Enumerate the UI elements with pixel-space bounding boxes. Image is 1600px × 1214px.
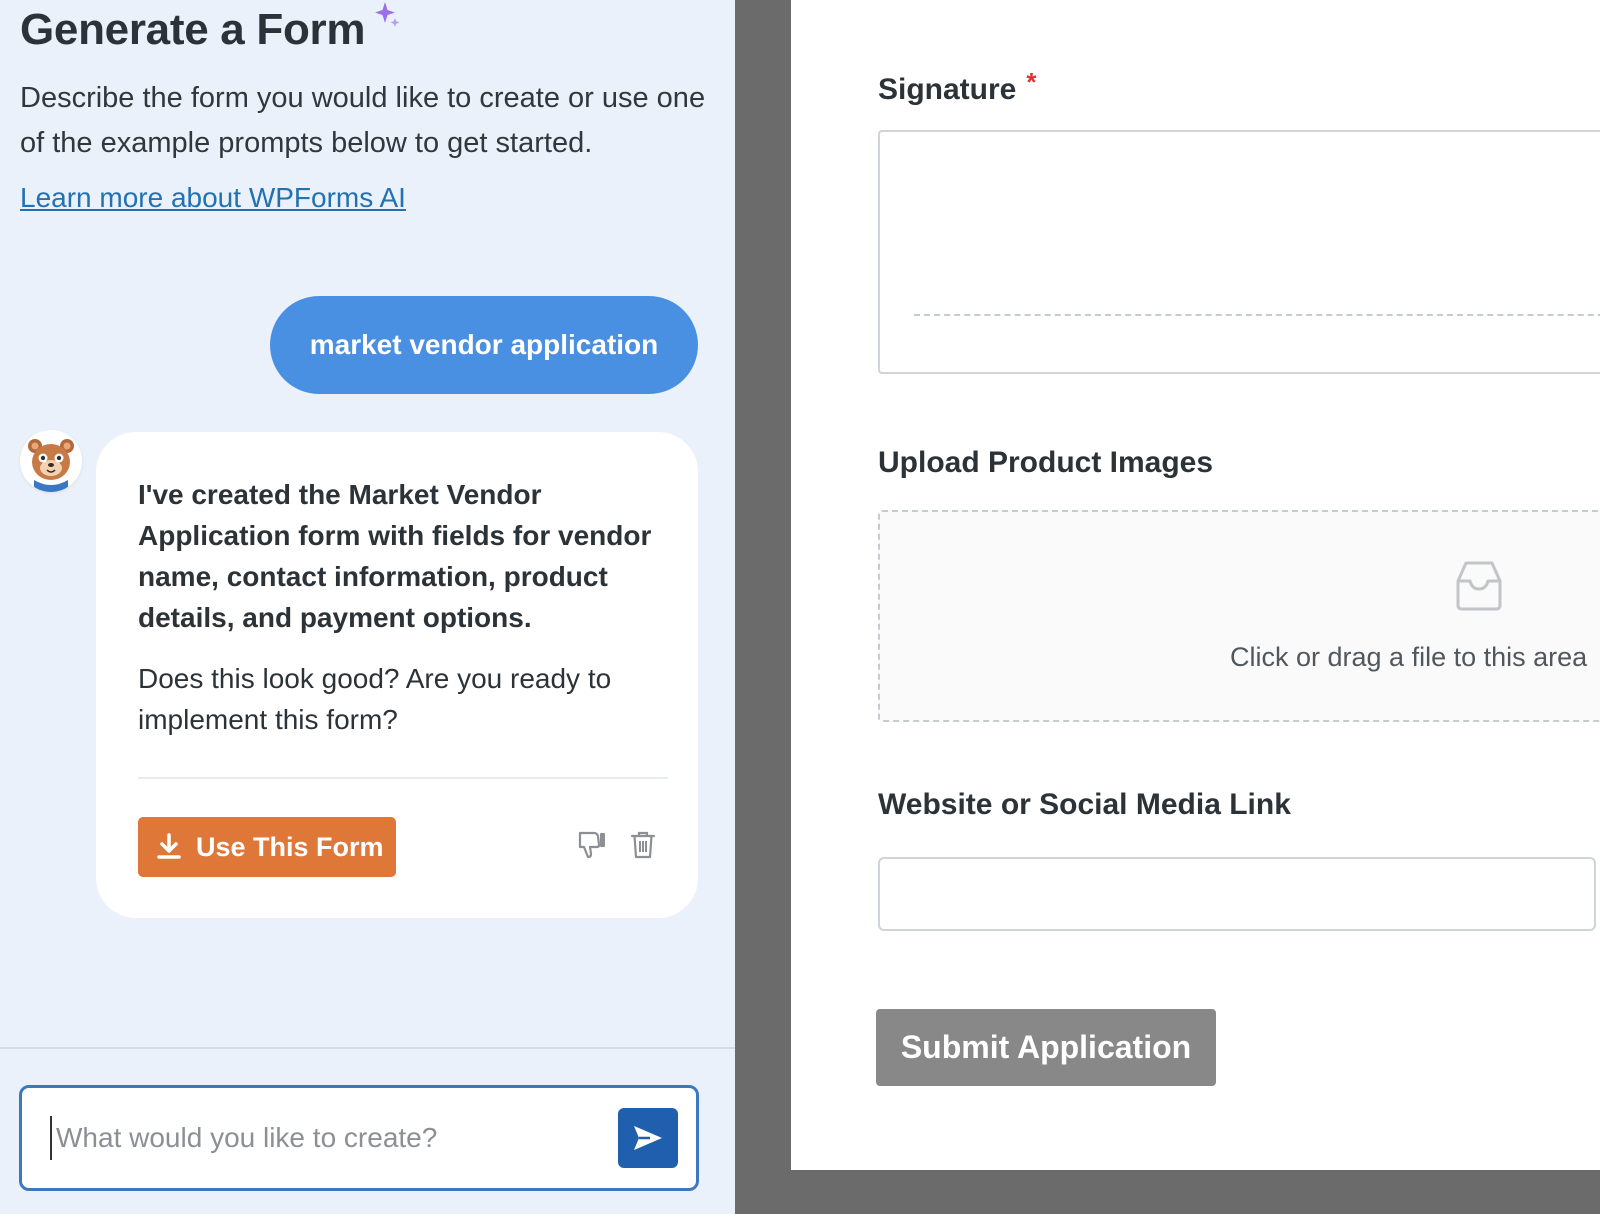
- signature-pad[interactable]: [878, 130, 1600, 374]
- assistant-message-summary: I've created the Market Vendor Applicati…: [138, 479, 652, 633]
- user-prompt-text: market vendor application: [309, 329, 659, 360]
- sparkle-icon: [371, 0, 401, 35]
- form-preview: Signature * Upload Product Images Click o…: [791, 0, 1600, 1170]
- upload-label: Upload Product Images: [878, 446, 1214, 479]
- prompt-input[interactable]: [50, 1116, 610, 1160]
- preview-bottom-gutter: [791, 1170, 1600, 1214]
- send-arrow-icon: [632, 1124, 664, 1152]
- download-icon: [156, 833, 182, 861]
- assistant-message-question: Does this look good? Are you ready to im…: [138, 663, 612, 735]
- title-row: Generate a Form: [20, 2, 401, 58]
- file-upload-dropzone[interactable]: Click or drag a file to this area: [878, 510, 1600, 722]
- card-divider: [138, 777, 668, 779]
- signature-line: [914, 314, 1600, 316]
- required-asterisk: *: [1026, 67, 1037, 97]
- website-label: Website or Social Media Link: [878, 788, 1291, 821]
- panel-separator: [0, 1047, 735, 1049]
- panel-description: Describe the form you would like to crea…: [20, 82, 706, 159]
- page-title: Generate a Form: [20, 5, 366, 54]
- website-link-input[interactable]: [878, 857, 1596, 931]
- preview-gutter: [735, 0, 791, 1214]
- bear-mascot-avatar: [20, 430, 82, 492]
- learn-more-link[interactable]: Learn more about WPForms AI: [20, 178, 406, 218]
- prompt-composer: [19, 1085, 699, 1191]
- inbox-upload-icon: [1450, 557, 1508, 613]
- signature-label: Signature *: [878, 62, 1036, 110]
- thumbs-down-icon[interactable]: [576, 830, 608, 860]
- signature-label-text: Signature: [878, 73, 1017, 106]
- ai-form-generator-panel: Generate a Form Describe the form you wo…: [0, 0, 735, 1214]
- use-this-form-button[interactable]: Use This Form: [138, 817, 396, 877]
- user-prompt-bubble: market vendor application: [270, 296, 698, 394]
- trash-icon[interactable]: [630, 830, 656, 860]
- submit-application-button[interactable]: Submit Application: [876, 1009, 1216, 1086]
- upload-hint: Click or drag a file to this area: [1230, 642, 1588, 672]
- response-actions: [576, 830, 656, 860]
- use-this-form-label: Use This Form: [196, 831, 384, 862]
- send-button[interactable]: [618, 1108, 678, 1168]
- assistant-response-card: I've created the Market Vendor Applicati…: [96, 432, 698, 918]
